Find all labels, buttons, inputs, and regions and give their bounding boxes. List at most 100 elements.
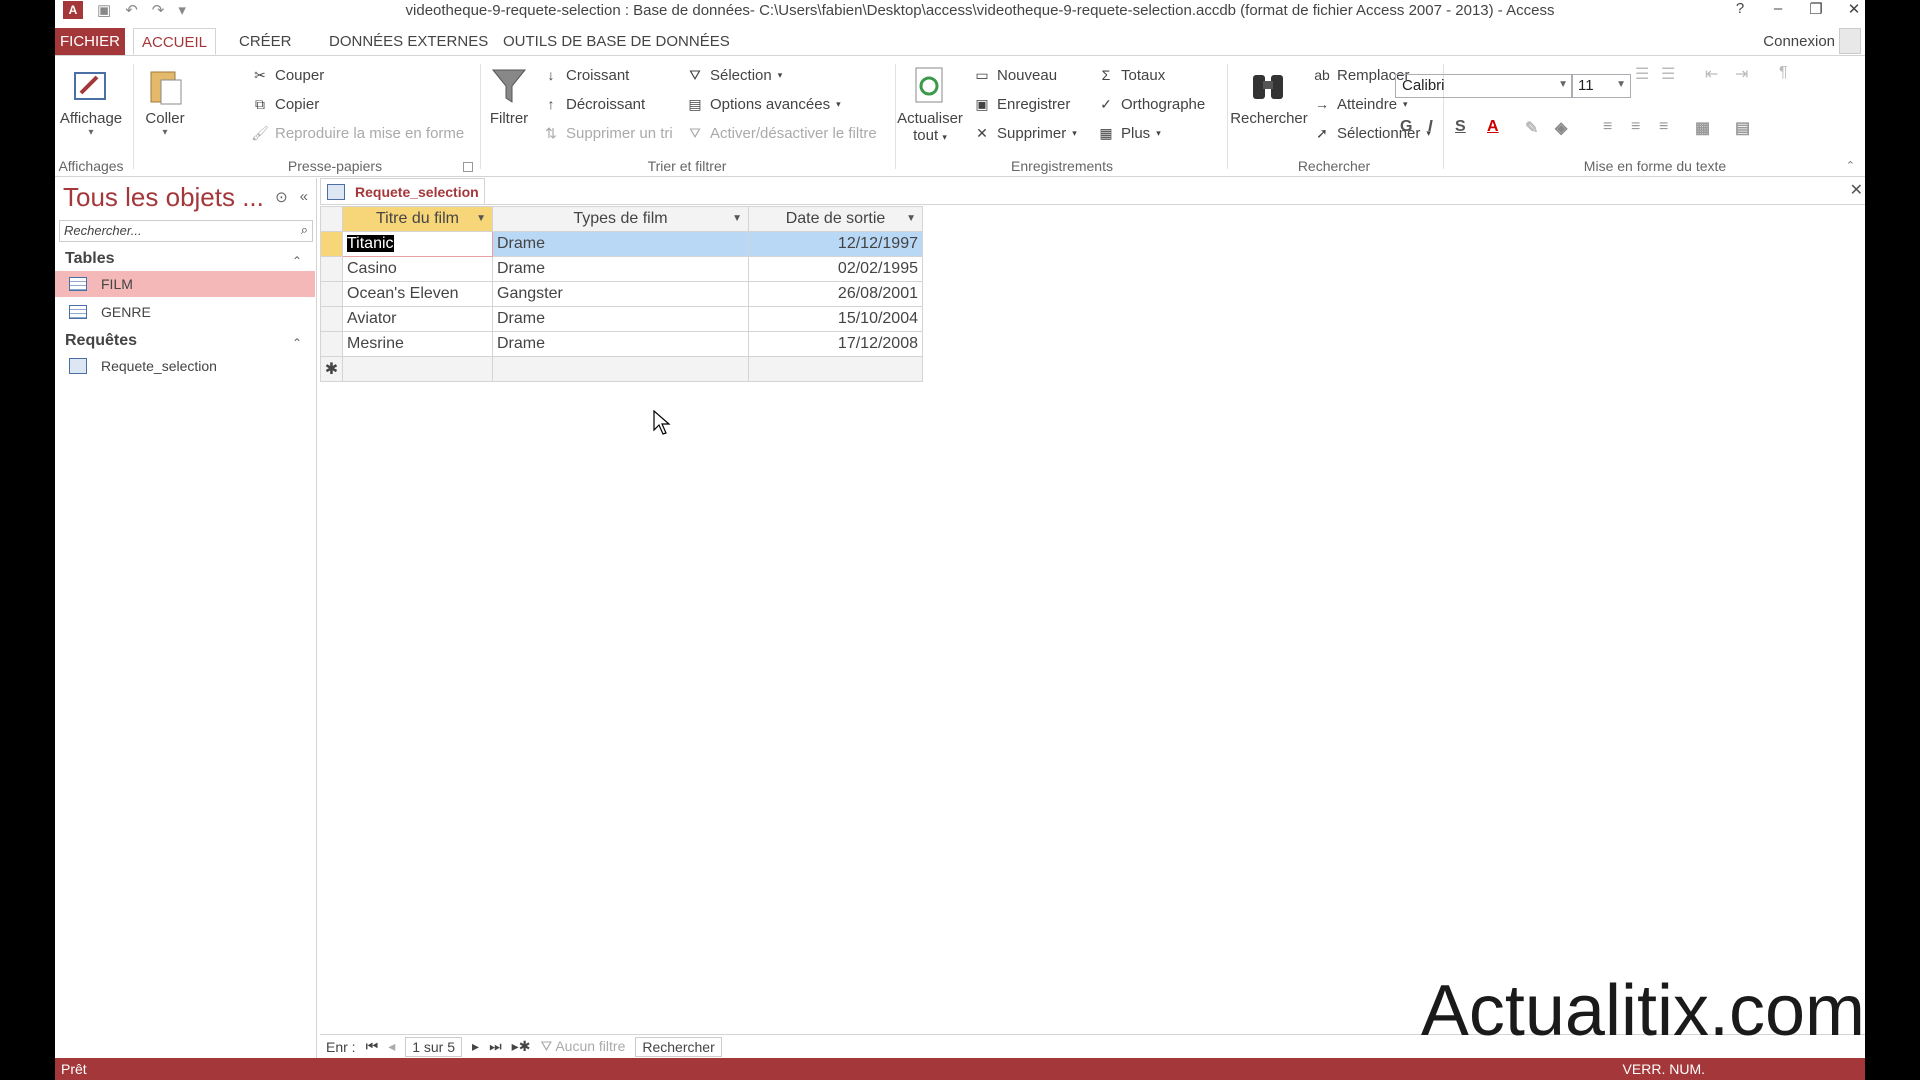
table-cell[interactable]: Drame: [492, 231, 749, 257]
help-button[interactable]: ?: [1733, 0, 1747, 18]
dialog-launcher-icon[interactable]: [463, 162, 473, 172]
doc-tab-requete-selection[interactable]: Requete_selection: [320, 178, 485, 204]
nav-item-genre[interactable]: GENRE: [55, 299, 315, 325]
table-cell[interactable]: 15/10/2004: [748, 306, 923, 332]
customize-qat-icon[interactable]: ▾: [178, 1, 186, 19]
column-header[interactable]: Types de film ▼: [492, 206, 749, 232]
row-selector[interactable]: [320, 306, 343, 332]
table-cell[interactable]: 26/08/2001: [748, 281, 923, 307]
bullets-icon[interactable]: ☰: [1635, 64, 1649, 84]
atteindre-dropdown[interactable]: → Atteindre ▾: [1313, 95, 1408, 113]
tab-donnees-externes[interactable]: DONNÉES EXTERNES: [321, 28, 496, 55]
first-record-icon[interactable]: ⏮: [366, 1038, 379, 1055]
font-color-icon[interactable]: A: [1487, 118, 1499, 136]
undo-icon[interactable]: ↶: [125, 1, 138, 19]
tab-fichier[interactable]: FICHIER: [55, 28, 125, 55]
table-cell[interactable]: 12/12/1997: [748, 231, 923, 257]
next-record-icon[interactable]: ▸: [472, 1038, 479, 1055]
enregistrer-button[interactable]: ▣ Enregistrer: [973, 95, 1070, 113]
table-cell[interactable]: Titanic: [342, 231, 493, 257]
record-position-input[interactable]: 1 sur 5: [405, 1036, 463, 1057]
couper-button[interactable]: ✂ Couper: [251, 66, 324, 84]
tab-creer[interactable]: CRÉER: [231, 28, 300, 55]
filter-status[interactable]: ⛛ Aucun filtre: [540, 1038, 625, 1055]
row-selector[interactable]: [320, 231, 343, 257]
restore-button[interactable]: ❐: [1809, 0, 1823, 18]
previous-record-icon[interactable]: ◂: [388, 1038, 395, 1055]
table-cell[interactable]: Casino: [342, 256, 493, 282]
table-cell[interactable]: Aviator: [342, 306, 493, 332]
tab-accueil[interactable]: ACCUEIL: [133, 28, 217, 55]
selectionner-dropdown[interactable]: ➚ Sélectionner ▾: [1313, 124, 1431, 142]
highlight-icon[interactable]: ✎: [1525, 118, 1538, 138]
select-all-cell[interactable]: [320, 206, 343, 232]
search-icon[interactable]: ⌕: [301, 222, 308, 238]
column-header[interactable]: Date de sortie ▼: [748, 206, 923, 232]
collapse-section-icon[interactable]: ⌃: [292, 336, 302, 350]
filter-arrow-icon[interactable]: ▼: [906, 213, 916, 224]
alt-row-color-icon[interactable]: ▤: [1735, 118, 1750, 138]
new-record-icon[interactable]: ▸✱: [512, 1038, 531, 1055]
table-cell[interactable]: 17/12/2008: [748, 331, 923, 357]
copier-button[interactable]: ⧉ Copier: [251, 95, 319, 113]
nav-item-film[interactable]: FILM: [55, 271, 315, 297]
table-cell[interactable]: 02/02/1995: [748, 256, 923, 282]
orthographe-button[interactable]: ✓ Orthographe: [1097, 95, 1205, 113]
outdent-icon[interactable]: ⇥: [1735, 64, 1748, 84]
rechercher-button[interactable]: Rechercher: [1229, 66, 1309, 127]
table-row[interactable]: Aviator Drame 15/10/2004: [320, 306, 923, 332]
sign-in-link[interactable]: Connexion: [1763, 33, 1835, 50]
affichage-button[interactable]: Affichage ▾: [55, 66, 127, 138]
font-name-select[interactable]: Calibri ▼: [1395, 74, 1573, 98]
new-record-marker[interactable]: ✱: [320, 356, 343, 382]
collapse-section-icon[interactable]: ⌃: [292, 254, 302, 268]
table-cell[interactable]: [342, 356, 493, 382]
last-record-icon[interactable]: ⏭: [489, 1038, 502, 1055]
column-header[interactable]: Titre du film ▼: [342, 206, 493, 232]
save-icon[interactable]: ▣: [97, 1, 111, 19]
croissant-button[interactable]: ↓ Croissant: [542, 66, 630, 84]
table-cell[interactable]: Ocean's Eleven: [342, 281, 493, 307]
table-row[interactable]: Mesrine Drame 17/12/2008: [320, 331, 923, 357]
numbering-icon[interactable]: ☰: [1661, 64, 1675, 84]
gridlines-icon[interactable]: ▦: [1695, 118, 1710, 138]
selection-dropdown[interactable]: ⛛ Sélection ▾: [686, 66, 782, 84]
nav-section-requetes[interactable]: Requêtes: [65, 332, 137, 350]
avatar[interactable]: [1839, 28, 1861, 54]
table-row[interactable]: Ocean's Eleven Gangster 26/08/2001: [320, 281, 923, 307]
tab-outils-bdd[interactable]: OUTILS DE BASE DE DONNÉES: [495, 28, 738, 55]
table-cell[interactable]: Drame: [492, 256, 749, 282]
new-record-row[interactable]: ✱: [320, 356, 923, 382]
record-search-input[interactable]: Rechercher: [635, 1036, 722, 1057]
row-selector[interactable]: [320, 331, 343, 357]
table-cell[interactable]: Gangster: [492, 281, 749, 307]
options-avancees-dropdown[interactable]: ▤ Options avancées ▾: [686, 95, 840, 113]
indent-icon[interactable]: ⇤: [1705, 64, 1718, 84]
row-selector[interactable]: [320, 256, 343, 282]
filter-arrow-icon[interactable]: ▼: [732, 213, 742, 224]
table-row[interactable]: Titanic Drame 12/12/1997: [320, 231, 923, 257]
table-cell[interactable]: Mesrine: [342, 331, 493, 357]
fill-color-icon[interactable]: ◈: [1555, 118, 1567, 138]
table-row[interactable]: Casino Drame 02/02/1995: [320, 256, 923, 282]
collapse-pane-icon[interactable]: «: [300, 188, 308, 206]
decroissant-button[interactable]: ↑ Décroissant: [542, 95, 646, 113]
filter-arrow-icon[interactable]: ▼: [476, 213, 486, 224]
coller-button[interactable]: Coller ▾: [135, 66, 195, 138]
close-document-icon[interactable]: ✕: [1850, 180, 1863, 200]
actualiser-button[interactable]: Actualiser tout ▾: [897, 66, 963, 144]
totaux-button[interactable]: Σ Totaux: [1097, 66, 1166, 84]
nav-menu-icon[interactable]: ⊙: [275, 188, 288, 206]
supprimer-button[interactable]: ✕ Supprimer ▾: [973, 124, 1077, 142]
nav-item-requete-selection[interactable]: Requete_selection: [55, 353, 315, 379]
nav-section-tables[interactable]: Tables: [65, 250, 115, 268]
redo-icon[interactable]: ↷: [152, 1, 165, 19]
font-size-select[interactable]: 11 ▼: [1571, 74, 1631, 98]
italic-button[interactable]: I: [1428, 118, 1432, 136]
filtrer-button[interactable]: Filtrer: [482, 66, 536, 127]
align-right-icon[interactable]: ≡: [1659, 118, 1668, 136]
paragraph-direction-icon[interactable]: ¶: [1779, 64, 1788, 82]
bold-button[interactable]: G: [1400, 118, 1412, 136]
align-left-icon[interactable]: ≡: [1603, 118, 1612, 136]
align-center-icon[interactable]: ≡: [1631, 118, 1640, 136]
